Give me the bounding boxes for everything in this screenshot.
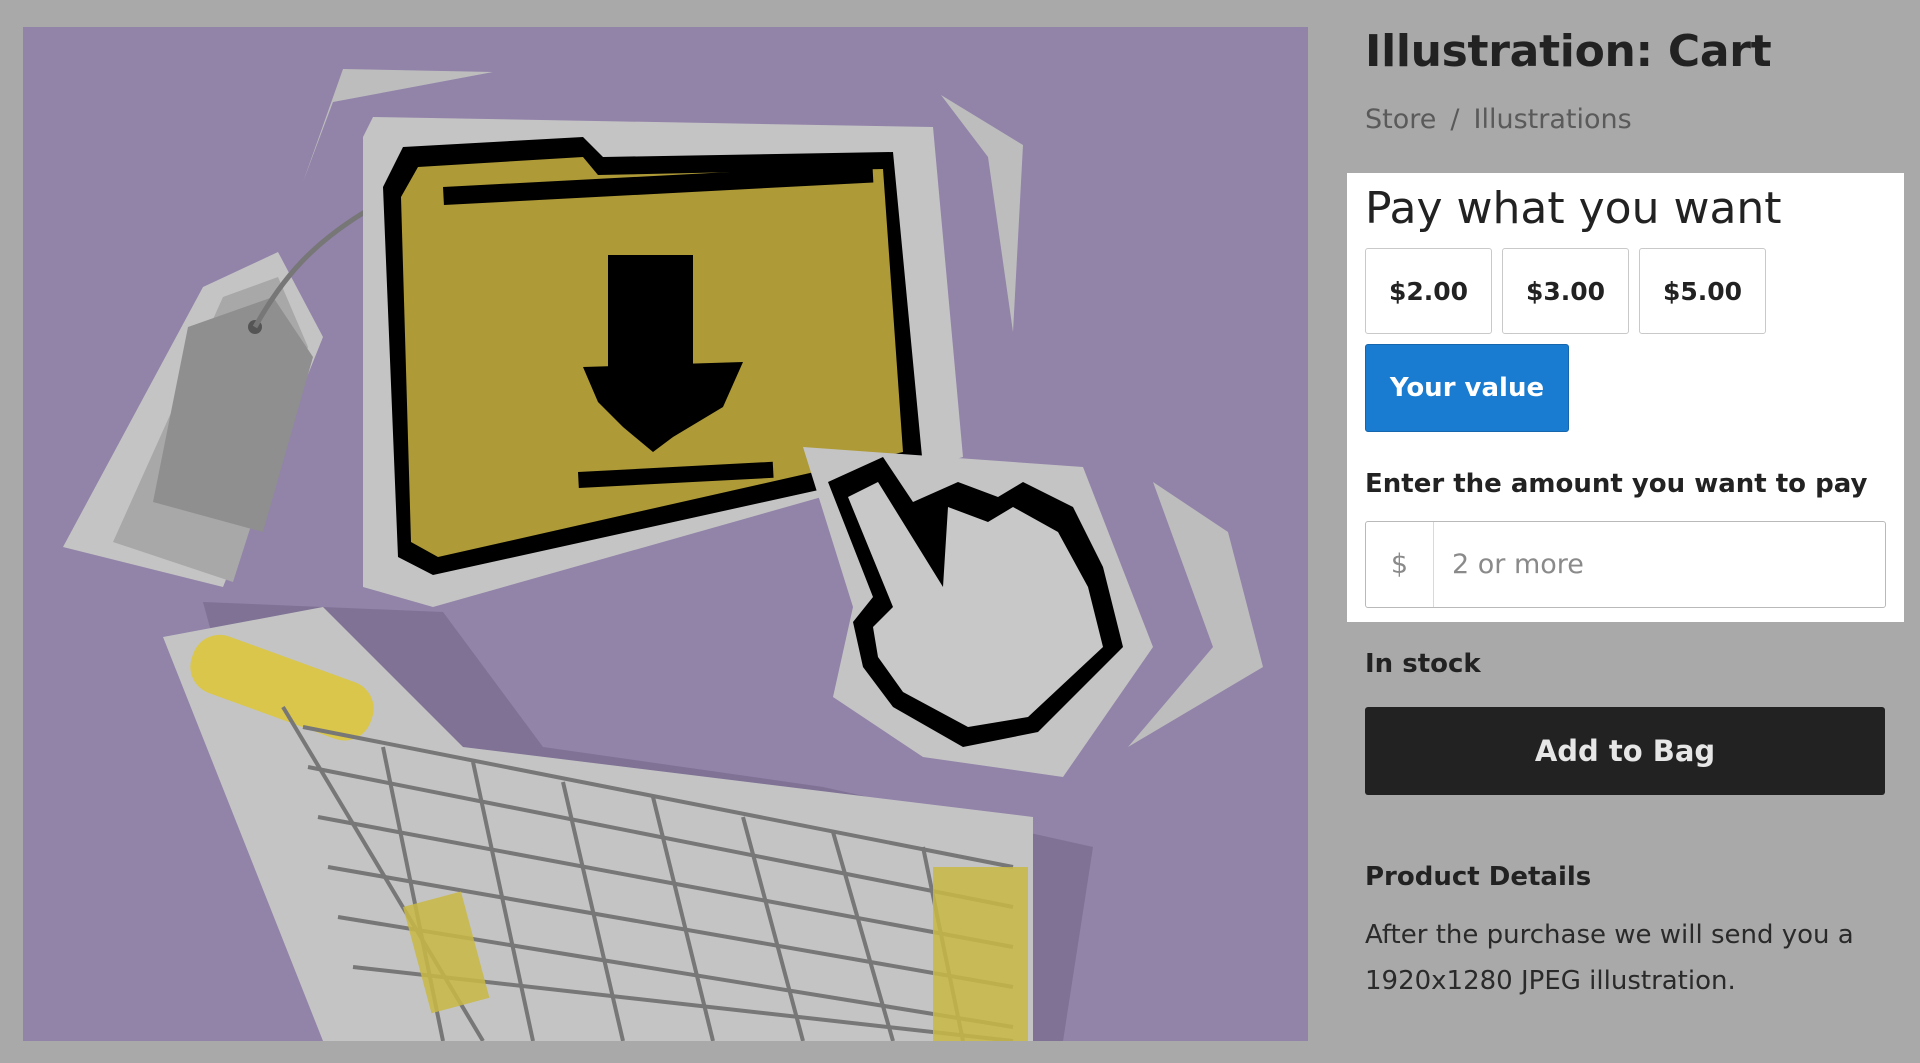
- your-value-button[interactable]: Your value: [1365, 344, 1569, 432]
- stock-status: In stock: [1365, 649, 1481, 679]
- amount-input[interactable]: [1434, 521, 1885, 608]
- amount-field-label: Enter the amount you want to pay: [1365, 469, 1868, 499]
- price-option-3-button[interactable]: $3.00: [1502, 248, 1629, 334]
- product-details-text: After the purchase we will send you a 19…: [1365, 920, 1854, 996]
- product-illustration: [63, 69, 1263, 1041]
- pay-what-you-want-panel: Pay what you want $2.00 $3.00 $5.00 Your…: [1347, 173, 1904, 622]
- decor-line-shape: [941, 95, 1023, 332]
- pay-what-you-want-heading: Pay what you want: [1365, 183, 1782, 234]
- product-image: [23, 27, 1308, 1041]
- page-title: Illustration: Cart: [1365, 26, 1772, 77]
- currency-symbol: $: [1366, 522, 1434, 607]
- amount-field: $: [1365, 521, 1886, 608]
- price-option-2-button[interactable]: $2.00: [1365, 248, 1492, 334]
- decor-line-shape: [1128, 482, 1263, 747]
- product-details-heading: Product Details: [1365, 862, 1592, 892]
- breadcrumb: Store / Illustrations: [1365, 104, 1632, 135]
- add-to-bag-button[interactable]: Add to Bag: [1365, 707, 1885, 795]
- pointer-hand-icon: [803, 447, 1153, 777]
- breadcrumb-separator: /: [1450, 104, 1460, 135]
- breadcrumb-illustrations[interactable]: Illustrations: [1473, 104, 1631, 135]
- breadcrumb-store[interactable]: Store: [1365, 104, 1436, 135]
- price-tag-icon: [63, 204, 375, 587]
- price-option-5-button[interactable]: $5.00: [1639, 248, 1766, 334]
